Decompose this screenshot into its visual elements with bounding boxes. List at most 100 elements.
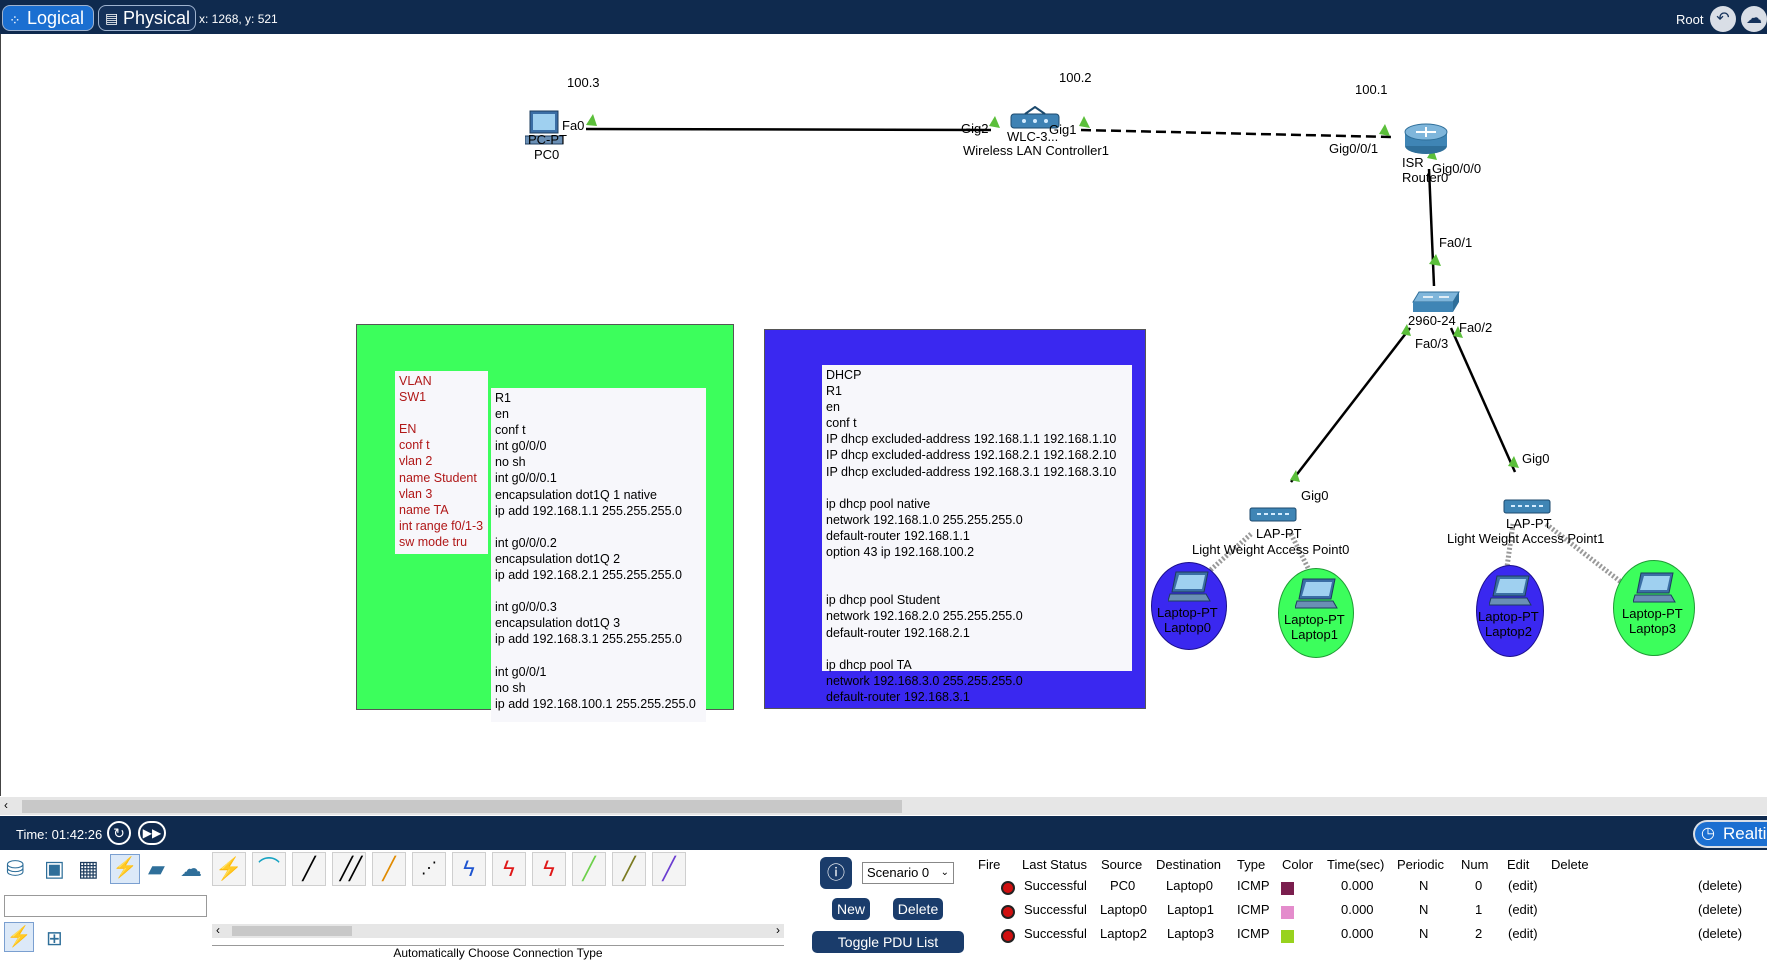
- new-scenario-button[interactable]: New: [832, 898, 870, 920]
- info-icon[interactable]: ⓘ: [820, 857, 852, 889]
- logical-workspace[interactable]: 100.3 Fa0 PC-PT PC0 100.2 Gig2 Gig1 WLC-…: [0, 34, 1767, 796]
- router-port-left-label: Gig0/0/1: [1329, 141, 1379, 156]
- tools-scrollbar[interactable]: ‹ ›: [212, 923, 784, 938]
- router-ip-label: 100.1: [1355, 82, 1388, 97]
- router-name-label: Router0: [1402, 170, 1449, 185]
- usb-cable-icon[interactable]: ╱: [652, 852, 686, 886]
- logical-tab[interactable]: ⁘ Logical: [2, 5, 94, 31]
- link-switch-lap1: [1449, 327, 1517, 473]
- scenario-select[interactable]: Scenario 0 ⌄: [862, 862, 954, 884]
- multiuser-icon[interactable]: ☁: [180, 856, 202, 882]
- physical-tab[interactable]: ▤ Physical: [98, 5, 196, 31]
- pdu-status: Successful: [1024, 926, 1087, 941]
- fire-icon[interactable]: [1001, 929, 1015, 943]
- pdu-type: ICMP: [1237, 926, 1270, 941]
- scroll-thumb[interactable]: [22, 800, 902, 813]
- realtime-label: Realti: [1723, 824, 1767, 843]
- pdu-edit-link[interactable]: (edit): [1508, 926, 1538, 941]
- laptop1-cluster[interactable]: Laptop-PT Laptop1: [1278, 568, 1354, 658]
- link-wlc-router: [1080, 128, 1392, 139]
- auto-connection-icon[interactable]: ⚡: [212, 852, 246, 886]
- scroll-right-icon[interactable]: ›: [776, 923, 780, 937]
- pdu-source: Laptop0: [1100, 902, 1147, 917]
- toggle-pdu-list-button[interactable]: Toggle PDU List Window: [812, 931, 964, 972]
- wlc-port-left-label: Gig2: [961, 121, 989, 136]
- laptop3-type-label: Laptop-PT: [1622, 606, 1683, 621]
- octal-cable-icon[interactable]: ╱: [572, 852, 606, 886]
- delete-scenario-button[interactable]: Delete: [893, 898, 943, 920]
- device-search-input[interactable]: [4, 895, 207, 917]
- pdu-header-color: Color: [1282, 857, 1314, 872]
- scroll-left-icon[interactable]: ‹: [216, 923, 220, 937]
- crossover-cable-icon[interactable]: ╱╱: [332, 852, 366, 886]
- switch-icon[interactable]: [1411, 290, 1461, 314]
- r1-config-note[interactable]: R1 en conf t int g0/0/0 no sh int g0/0/0…: [491, 388, 706, 722]
- logical-icon: ⁘: [9, 12, 21, 28]
- pdu-edit-link[interactable]: (edit): [1508, 902, 1538, 917]
- pdu-periodic: N: [1419, 926, 1429, 941]
- network-devices-icon[interactable]: ⛁: [6, 856, 24, 882]
- lap0-port-label: Gig0: [1301, 488, 1329, 503]
- grid-icon[interactable]: ⊞: [46, 926, 63, 951]
- phone-cable-icon[interactable]: ⋰: [412, 852, 446, 886]
- pc-name-label: PC0: [534, 147, 560, 162]
- components-icon[interactable]: ▦: [78, 856, 99, 882]
- pdu-delete-link[interactable]: (delete): [1698, 926, 1742, 941]
- coaxial-cable-icon[interactable]: ϟ: [452, 852, 486, 886]
- end-devices-icon[interactable]: ▣: [44, 856, 65, 882]
- pdu-header-source: Source: [1101, 857, 1143, 872]
- reset-time-icon[interactable]: ↻: [107, 821, 131, 845]
- connections-icon[interactable]: ⚡: [110, 854, 140, 884]
- console-cable-icon[interactable]: ⌒: [252, 852, 286, 886]
- cloud-icon[interactable]: ☁: [1741, 6, 1767, 32]
- laptop2-name-label: Laptop2: [1485, 624, 1532, 639]
- laptop3-cluster[interactable]: Laptop-PT Laptop3: [1613, 560, 1695, 656]
- lap1-name-label: Light Weight Access Point1: [1447, 531, 1605, 546]
- device-category-bar: ⛁ ▣ ▦ ⚡ ▰ ☁: [2, 852, 208, 888]
- vlan-note[interactable]: VLAN SW1 EN conf t vlan 2 name Student v…: [395, 371, 488, 554]
- link-light: [989, 116, 1000, 128]
- realtime-mode-button[interactable]: ◷ Realti: [1693, 820, 1767, 848]
- scroll-left-icon[interactable]: ‹: [4, 798, 8, 812]
- pdu-delete-link[interactable]: (delete): [1698, 902, 1742, 917]
- pdu-time: 0.000: [1341, 878, 1374, 893]
- serial-dce-cable-icon[interactable]: ϟ: [492, 852, 526, 886]
- straight-through-cable-icon[interactable]: ╱: [292, 852, 326, 886]
- pdu-num: 0: [1475, 878, 1483, 893]
- pc-type-label: PC-PT: [528, 132, 567, 147]
- wlc-type-label: WLC-3...: [1007, 129, 1059, 144]
- fiber-cable-icon[interactable]: ╱: [372, 852, 406, 886]
- blue-config-area[interactable]: DHCP R1 en conf t IP dhcp excluded-addre…: [764, 329, 1146, 709]
- pdu-header-time: Time(sec): [1327, 857, 1385, 872]
- fire-icon[interactable]: [1001, 905, 1015, 919]
- pdu-header-delete: Delete: [1551, 857, 1589, 872]
- pdu-status: Successful: [1024, 878, 1087, 893]
- access-point-icon[interactable]: [1249, 502, 1299, 524]
- tools-scroll-thumb[interactable]: [232, 926, 352, 936]
- green-config-area[interactable]: VLAN SW1 EN conf t vlan 2 name Student v…: [356, 324, 734, 722]
- physical-tab-label: Physical: [123, 8, 191, 28]
- back-icon[interactable]: ↶: [1710, 6, 1736, 32]
- pdu-delete-link[interactable]: (delete): [1698, 878, 1742, 893]
- laptop0-cluster[interactable]: Laptop-PT Laptop0: [1151, 562, 1227, 650]
- pdu-source: PC0: [1110, 878, 1136, 893]
- access-point-icon[interactable]: [1503, 494, 1553, 516]
- cursor-coordinates: x: 1268, y: 521: [199, 12, 278, 26]
- laptop1-name-label: Laptop1: [1291, 627, 1338, 642]
- wlc-ip-label: 100.2: [1059, 70, 1092, 85]
- fire-icon[interactable]: [1001, 881, 1015, 895]
- iot-cable-icon[interactable]: ╱: [612, 852, 646, 886]
- pdu-periodic: N: [1419, 878, 1429, 893]
- dhcp-config-note[interactable]: DHCP R1 en conf t IP dhcp excluded-addre…: [822, 365, 1132, 704]
- router-icon[interactable]: [1403, 122, 1449, 156]
- miscellaneous-icon[interactable]: ▰: [148, 856, 165, 882]
- serial-dte-cable-icon[interactable]: ϟ: [532, 852, 566, 886]
- pdu-edit-link[interactable]: (edit): [1508, 878, 1538, 893]
- laptop2-cluster[interactable]: Laptop-PT Laptop2: [1476, 565, 1544, 657]
- lap0-name-label: Light Weight Access Point0: [1192, 542, 1350, 557]
- fast-forward-icon[interactable]: ▶▶: [138, 821, 166, 845]
- canvas-scrollbar[interactable]: ‹: [0, 797, 1767, 815]
- lap1-type-label: LAP-PT: [1506, 516, 1552, 531]
- clock-icon: ◷: [1701, 825, 1715, 842]
- connections-subcategory-icon[interactable]: ⚡: [4, 922, 34, 952]
